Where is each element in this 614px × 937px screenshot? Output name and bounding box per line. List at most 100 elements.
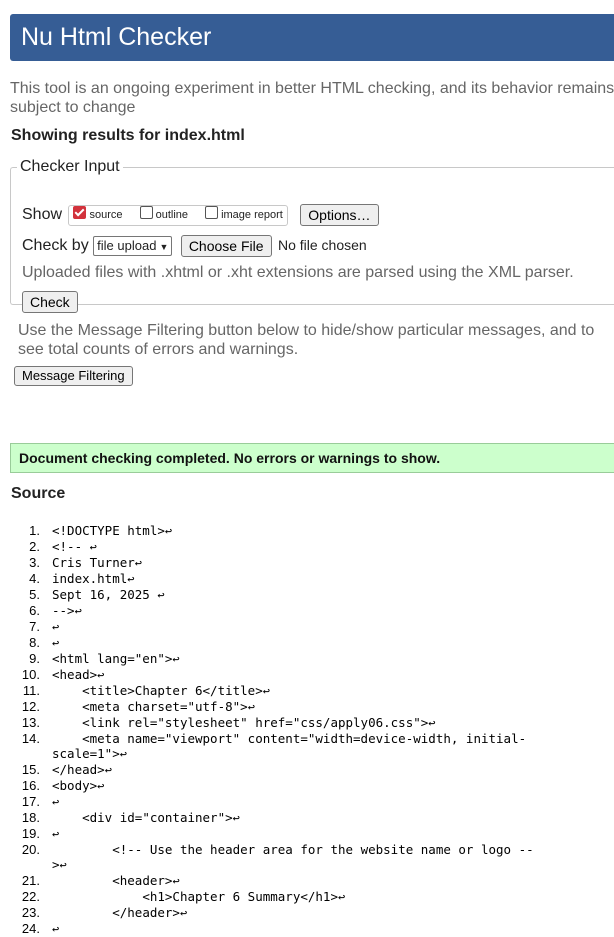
return-icon: ↩ <box>74 604 82 618</box>
line-number: 21. <box>21 873 40 888</box>
line-code: <link rel="stylesheet" href="css/apply06… <box>52 715 436 730</box>
line-code: <meta charset="utf-8">↩ <box>52 699 255 714</box>
show-option-source[interactable]: source <box>73 205 123 221</box>
source-heading: Source <box>11 485 66 502</box>
line-number: 12. <box>21 699 40 714</box>
file-status: No file chosen <box>277 237 367 254</box>
line-code: -->↩ <box>52 603 82 618</box>
return-icon: ↩ <box>164 524 173 538</box>
line-code: <!DOCTYPE html>↩ <box>52 523 173 538</box>
line-code: ↩ <box>52 921 542 937</box>
line-number: 10. <box>21 667 40 682</box>
line-code: <!-- Use the header area for the website… <box>52 842 534 872</box>
app-title-bar: Nu Html Checker <box>10 14 614 61</box>
check-button[interactable]: Check <box>22 291 78 313</box>
line-number: 6. <box>29 603 40 618</box>
return-icon: ↩ <box>52 827 60 841</box>
source-line: 18. <div id="container">↩ <box>0 810 614 826</box>
return-icon: ↩ <box>52 620 60 634</box>
return-icon: ↩ <box>337 890 346 904</box>
source-line: 10. <head>↩ <box>0 667 614 683</box>
line-number: 15. <box>21 762 40 777</box>
app-title: Nu Html Checker <box>21 23 212 51</box>
source-line: 23. </header>↩ <box>0 905 614 921</box>
outline-checkbox[interactable] <box>139 205 153 219</box>
source-line: 9. <html lang="en">↩ <box>0 651 614 667</box>
checker-input-legend: Checker Input <box>20 158 120 175</box>
source-line: 13. <link rel="stylesheet" href="css/app… <box>0 715 614 731</box>
options-button[interactable]: Options… <box>300 204 379 226</box>
return-icon: ↩ <box>52 922 60 936</box>
line-number: 4. <box>29 571 40 586</box>
line-code: </head>↩ <box>52 762 112 777</box>
check-by-select[interactable]: file upload ▼ <box>93 236 173 256</box>
source-line: 21. <header>↩ <box>0 873 614 889</box>
outline-label: outline <box>155 208 188 221</box>
source-line: 1. <!DOCTYPE html>↩ <box>0 523 614 539</box>
line-code: ↩ <box>52 794 542 810</box>
line-code: <h1>Chapter 6 Summary</h1>↩ <box>52 889 346 904</box>
check-by-row: Check by file upload ▼ Choose File No fil… <box>22 235 367 257</box>
return-icon: ↩ <box>247 700 255 714</box>
return-icon: ↩ <box>119 747 127 761</box>
image-report-checkbox[interactable] <box>205 205 219 219</box>
line-code: <head>↩ <box>52 667 105 682</box>
message-filtering-button[interactable]: Message Filtering <box>14 366 133 386</box>
return-icon: ↩ <box>97 779 105 793</box>
source-line: 17. ↩ <box>0 794 614 810</box>
line-code: <html lang="en">↩ <box>52 651 180 666</box>
check-by-value: file upload <box>97 238 157 253</box>
chevron-down-icon: ▼ <box>159 242 169 252</box>
source-line: 11. <title>Chapter 6</title>↩ <box>0 683 614 699</box>
line-code: <meta name="viewport" content="width=dev… <box>52 731 527 761</box>
success-message: Document checking completed. No errors o… <box>10 443 614 473</box>
return-icon: ↩ <box>52 636 60 650</box>
line-code: <header>↩ <box>52 873 180 888</box>
return-icon: ↩ <box>172 652 180 666</box>
choose-file-button[interactable]: Choose File <box>180 235 272 257</box>
xml-parser-note: Uploaded files with .xhtml or .xht exten… <box>22 264 574 281</box>
return-icon: ↩ <box>157 588 165 602</box>
show-row: Show source outline image report Options… <box>22 204 379 226</box>
return-icon: ↩ <box>179 906 188 920</box>
source-line: 15. </head>↩ <box>0 762 614 778</box>
show-options-group: source outline image report <box>68 204 288 226</box>
line-number: 8. <box>29 635 40 650</box>
line-number: 1. <box>29 523 40 538</box>
source-line: 24. ↩ <box>0 921 614 937</box>
results-heading: Showing results for index.html <box>11 127 245 144</box>
source-line: 2. <!-- ↩ <box>0 539 614 555</box>
show-option-image-report[interactable]: image report <box>205 205 283 221</box>
line-number: 18. <box>21 810 40 825</box>
return-icon: ↩ <box>127 572 135 586</box>
return-icon: ↩ <box>59 858 67 872</box>
line-code: </header>↩ <box>52 905 188 920</box>
source-checkbox[interactable] <box>73 205 87 219</box>
source-line: 6. -->↩ <box>0 603 614 619</box>
source-line: 20. <!-- Use the header area for the web… <box>0 842 614 873</box>
line-number: 17. <box>21 794 40 809</box>
line-number: 16. <box>21 778 40 793</box>
show-option-outline[interactable]: outline <box>139 205 188 221</box>
source-line: 14. <meta name="viewport" content="width… <box>0 731 614 762</box>
return-icon: ↩ <box>134 556 143 570</box>
return-icon: ↩ <box>97 668 105 682</box>
line-code: <div id="container">↩ <box>52 810 240 825</box>
source-listing: 1. <!DOCTYPE html>↩ 2. <!-- ↩ 3. Cris Turner↩… <box>0 523 614 937</box>
source-line: 12. <meta charset="utf-8">↩ <box>0 699 614 715</box>
return-icon: ↩ <box>172 874 180 888</box>
return-icon: ↩ <box>104 763 112 777</box>
source-label: source <box>89 208 123 221</box>
line-number: 5. <box>29 587 40 602</box>
line-number: 23. <box>21 905 40 920</box>
return-icon: ↩ <box>262 684 270 698</box>
intro-text: This tool is an ongoing experiment in be… <box>10 80 614 116</box>
source-line: 8. ↩ <box>0 635 614 651</box>
line-code: <!-- ↩ <box>52 539 97 554</box>
line-code: Cris Turner↩ <box>52 555 143 570</box>
return-icon: ↩ <box>232 811 240 825</box>
line-code: <title>Chapter 6</title>↩ <box>52 683 270 698</box>
line-number: 7. <box>29 619 40 634</box>
line-code: index.html↩ <box>52 571 135 586</box>
check-by-label: Check by <box>22 237 89 255</box>
